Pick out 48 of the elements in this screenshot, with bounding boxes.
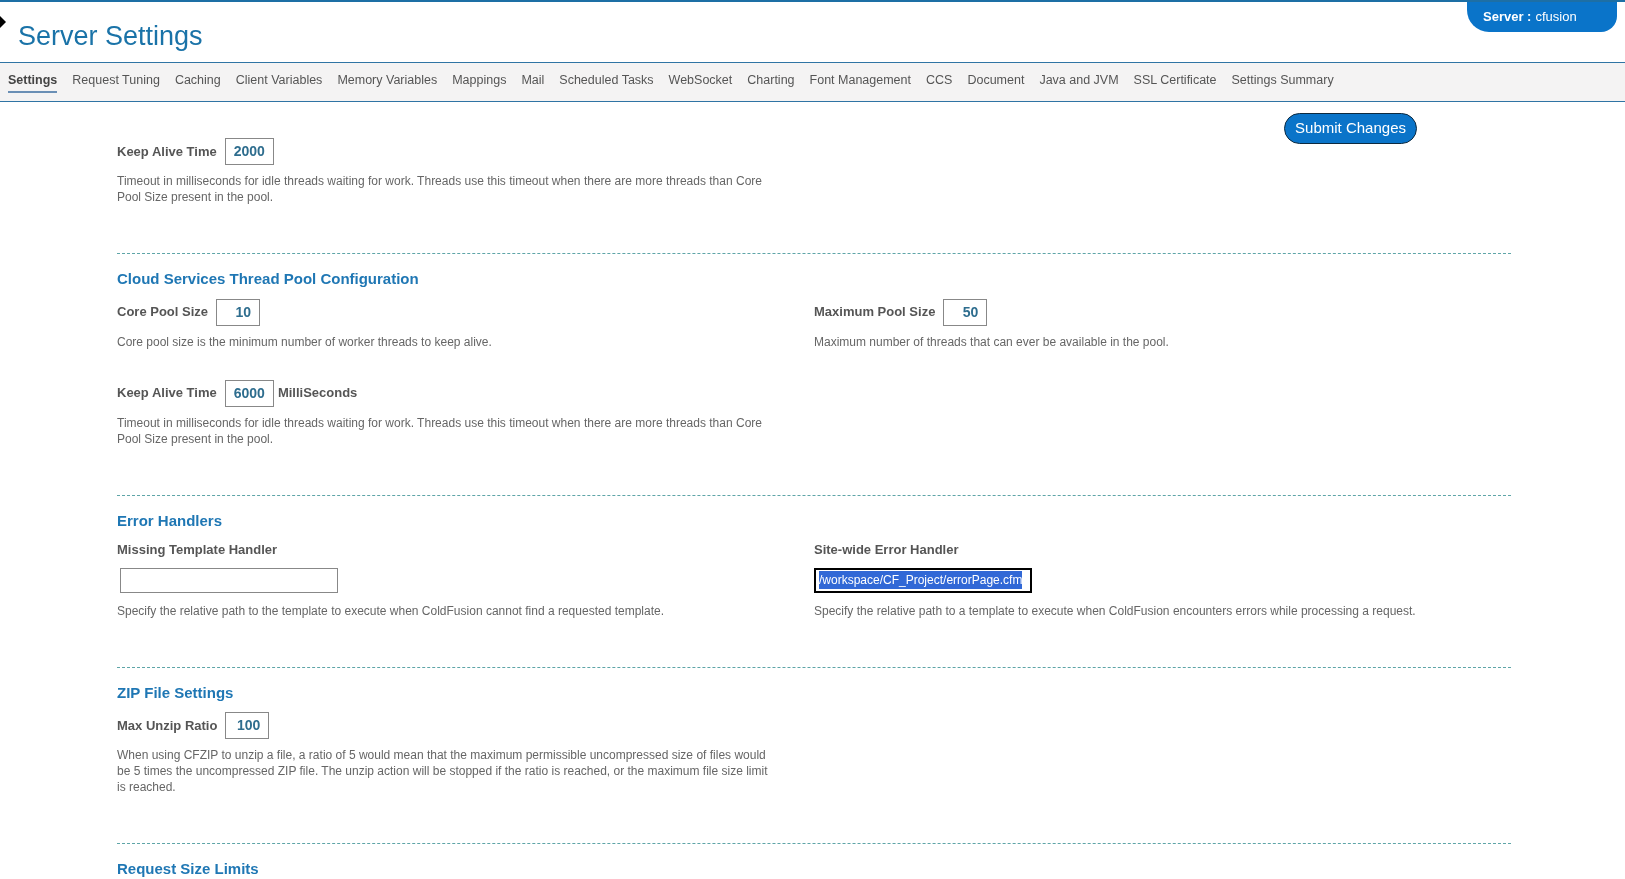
tab[interactable]: SSL Certificate [1133,71,1217,93]
field-label: Max Unzip Ratio [117,716,218,735]
field-label: Maximum Pool Size [814,303,936,322]
tab[interactable]: CCS [926,71,953,93]
submit-button[interactable]: Submit Changes [1284,113,1417,144]
server-label: Server : [1483,8,1532,27]
field-description: Maximum number of threads that can ever be available in the pool. [814,333,1170,350]
number-field[interactable]: 2000 [224,138,274,165]
tab[interactable]: Java and JVM [1039,71,1119,93]
section-title: Cloud Services Thread Pool Configuration [117,269,420,289]
number-field[interactable]: 10 [216,298,261,326]
field-value: /workspace/CF_Project/errorPage.cfm [819,571,1023,589]
text-field[interactable] [120,567,338,593]
tab[interactable]: Caching [174,71,221,93]
tab[interactable]: Settings Summary [1231,71,1334,93]
number-field[interactable]: 6000 [224,379,274,407]
tab[interactable]: Mail [521,71,545,93]
tab[interactable]: Document [967,71,1025,93]
server-name: cfusion [1535,8,1577,27]
tab[interactable]: Settings [8,71,58,93]
page-title: Server Settings [18,20,203,53]
text-field[interactable]: /workspace/CF_Project/errorPage.cfm [814,567,1032,593]
field-description: Specify the relative path to the template to execute when ColdFusion cannot find a requested template. [117,602,665,619]
field-label: Keep Alive Time [117,384,217,403]
section-title: Request Size Limits [117,859,260,879]
tab[interactable]: Font Management [809,71,911,93]
field-description: Specify the relative path to a template to execute when ColdFusion encounters errors while processing a request. [814,602,1417,619]
field-label: Keep Alive Time [117,142,217,161]
tab[interactable]: Memory Variables [337,71,438,93]
tab[interactable]: Client Variables [235,71,323,93]
section-title: Error Handlers [117,510,224,531]
field-label: Site-wide Error Handler [814,541,960,559]
section-title: ZIP File Settings [117,682,235,703]
number-field[interactable]: 100 [225,712,270,739]
unit-label: MilliSeconds [277,384,358,403]
field-label: Core Pool Size [117,303,209,322]
field-description: Timeout in milliseconds for idle threads waiting for work. Threads use this timeout when there are more threads than Core Pool Size present in the pool. [117,173,763,205]
field-description: Timeout in milliseconds for idle threads waiting for work. Threads use this timeout when there are more threads than Core Pool Size present in the pool. [117,414,763,447]
tab[interactable]: Mappings [452,71,507,93]
number-field[interactable]: 50 [943,298,988,326]
tab[interactable]: Scheduled Tasks [559,71,654,93]
field-description: Core pool size is the minimum number of worker threads to keep alive. [117,333,493,350]
tab[interactable]: WebSocket [668,71,733,93]
field-label: Missing Template Handler [117,541,279,559]
tab[interactable]: Request Tuning [72,71,160,93]
field-description: When using CFZIP to unzip a file, a ratio of 5 would mean that the maximum permissible uncompressed size of files would be 5 times the uncompressed ZIP file. The unzip action will be stopped if the ratio is reached, or the maximum file size limit is reached. [117,747,769,795]
tab[interactable]: Charting [747,71,795,93]
expand-arrow-icon[interactable] [0,16,6,28]
